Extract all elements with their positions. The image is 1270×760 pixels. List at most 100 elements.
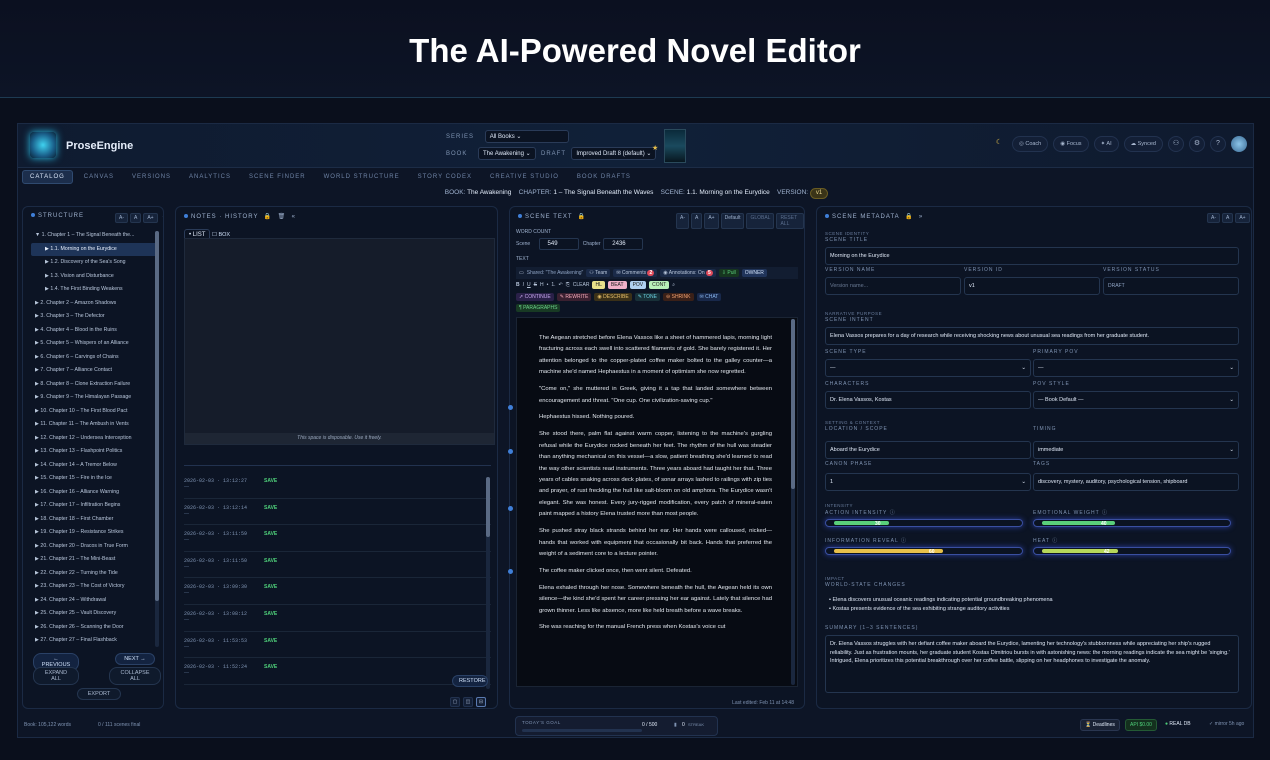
characters-field[interactable]: Dr. Elena Vassos, Kostas [825, 391, 1031, 409]
comments-button[interactable]: ✉ Comments 2 [613, 269, 658, 277]
lock-icon[interactable]: 🔒 [264, 214, 272, 220]
layout-stack-icon[interactable]: ⊟ [476, 697, 486, 707]
tab-versions[interactable]: VERSIONS [125, 171, 178, 183]
annotation-marker[interactable] [508, 405, 513, 410]
chapter-item[interactable]: ▶ 26. Chapter 26 – Scanning the Door [31, 621, 159, 635]
location-field[interactable]: Aboard the Eurydice [825, 441, 1031, 459]
pull-button[interactable]: ⇩ Pull [718, 269, 739, 277]
prose-paragraph[interactable]: Elena exhaled through her nose. Somewher… [539, 583, 772, 617]
reset-all-button[interactable]: RESET ALL [776, 213, 804, 229]
describe-button[interactable]: ◉ DESCRIBE [594, 293, 632, 301]
scene-type-select[interactable]: — ⌄ [825, 359, 1031, 377]
history-scrollbar[interactable] [486, 477, 490, 689]
prose-paragraph[interactable]: She was reaching for the manual French p… [539, 622, 772, 633]
history-row[interactable]: 2026-02-03 · 11:53:53 SAVE — [184, 632, 491, 659]
version-badge[interactable]: v1 [809, 188, 829, 199]
annotation-marker[interactable] [508, 569, 513, 574]
intent-field[interactable]: Elena Vassos prepares for a day of resea… [825, 327, 1239, 345]
book-cover[interactable] [664, 129, 686, 163]
book-select[interactable]: The Awakening ⌄ [478, 147, 536, 160]
clear-button[interactable]: CLEAR [573, 282, 590, 288]
history-row[interactable]: 2026-02-03 · 13:11:50 SAVE — [184, 552, 491, 579]
prose-paragraph[interactable]: Hephaestus hissed. Nothing poured. [539, 412, 772, 423]
moon-icon[interactable]: ☾ [991, 136, 1007, 152]
prose-paragraph[interactable]: The coffee maker clicked once, then went… [539, 566, 772, 577]
version-status-field[interactable]: DRAFT [1103, 277, 1239, 295]
chapter-item[interactable]: ▶ 6. Chapter 6 – Carvings of Chains [31, 351, 159, 365]
chapter-item[interactable]: ▶ 11. Chapter 11 – The Ambush in Vents [31, 418, 159, 432]
chapter-item[interactable]: ▶ 3. Chapter 3 – The Defector [31, 310, 159, 324]
strike-button[interactable]: S [534, 282, 537, 288]
expand-all-button[interactable]: EXPAND ALL [33, 667, 79, 685]
canon-select[interactable]: 1 ⌄ [825, 473, 1031, 491]
chapter-item[interactable]: ▶ 12. Chapter 12 – Undersea Interception [31, 432, 159, 446]
layout-single-icon[interactable]: ▢ [450, 697, 460, 707]
layout-split-icon[interactable]: ◫ [463, 697, 473, 707]
info-slider[interactable]: 60 [825, 547, 1023, 555]
undo-icon[interactable]: ↶ [559, 282, 563, 288]
history-row[interactable]: 2026-02-03 · 13:09:30 SAVE — [184, 578, 491, 605]
italic-button[interactable]: I [523, 282, 524, 288]
search-icon[interactable]: ⌕ [672, 282, 675, 288]
chapter-item[interactable]: ▶ 18. Chapter 18 – First Chamber [31, 513, 159, 527]
pov-button[interactable]: POV [629, 281, 647, 289]
next-button[interactable]: NEXT → [115, 653, 155, 665]
chapter-item[interactable]: ▶ 7. Chapter 7 – Alliance Contact [31, 364, 159, 378]
expand-panel-icon[interactable]: » [919, 214, 923, 220]
tab-analytics[interactable]: ANALYTICS [182, 171, 238, 183]
history-row[interactable]: 2026-02-03 · 13:08:12 SAVE — [184, 605, 491, 632]
scene-prose[interactable]: The Aegean stretched before Elena Vassos… [539, 333, 772, 639]
pov-style-select[interactable]: — Book Default — ⌄ [1033, 391, 1239, 409]
chapter-item[interactable]: ▶ 16. Chapter 16 – Alliance Warning [31, 486, 159, 500]
lock-icon[interactable]: 🔒 [578, 214, 586, 220]
chapter-item[interactable]: ▶ 23. Chapter 23 – The Cost of Victory [31, 580, 159, 594]
lock-icon[interactable]: 🔒 [905, 214, 913, 220]
scene-item[interactable]: ▶ 1.4. The First Binding Weakens [31, 283, 159, 297]
editor-scrollbar[interactable] [791, 319, 795, 685]
crumb-scene[interactable]: 1.1. Morning on the Eurydice [687, 189, 770, 196]
trash-icon[interactable]: 🗑 [278, 214, 287, 220]
summary-field[interactable]: Dr. Elena Vassos struggles with her defi… [825, 635, 1239, 693]
font-default-select[interactable]: Default [720, 213, 745, 229]
structure-scrollbar[interactable] [155, 231, 159, 647]
prose-paragraph[interactable]: She stood there, palm flat against warm … [539, 429, 772, 520]
history-row[interactable]: 2026-02-03 · 13:11:59 SAVE — [184, 525, 491, 552]
prose-paragraph[interactable]: She pushed stray black strands behind he… [539, 526, 772, 560]
tab-book-drafts[interactable]: BOOK DRAFTS [570, 171, 638, 183]
collapse-all-button[interactable]: COLLAPSE ALL [109, 667, 161, 685]
chapter-item[interactable]: ▶ 19. Chapter 19 – Resistance Strikes [31, 526, 159, 540]
chapter-item[interactable]: ▶ 10. Chapter 10 – The First Blood Pact [31, 405, 159, 419]
deadlines-button[interactable]: ⏳ Deadlines [1080, 719, 1120, 731]
version-id-field[interactable]: v1 [964, 277, 1100, 295]
version-name-field[interactable]: Version name... [825, 277, 961, 295]
heat-slider[interactable]: 42 [1033, 547, 1231, 555]
star-icon[interactable]: ★ [652, 144, 658, 152]
chapter-item[interactable]: ▶ 14. Chapter 14 – A Tremor Below [31, 459, 159, 473]
action-slider[interactable]: 30 [825, 519, 1023, 527]
scene-item[interactable]: ▶ 1.1. Morning on the Eurydice [31, 242, 159, 256]
annotation-marker[interactable] [508, 449, 513, 454]
crumb-chapter[interactable]: 1 – The Signal Beneath the Waves [553, 189, 653, 196]
paragraphs-button[interactable]: ¶ PARAGRAPHS [516, 304, 561, 312]
chapter-item[interactable]: ▶ 9. Chapter 9 – The Himalayan Passage [31, 391, 159, 405]
series-select[interactable]: All Books ⌄ [484, 130, 569, 143]
export-button[interactable]: EXPORT [77, 688, 121, 700]
gear-icon[interactable]: ⚙ [1189, 136, 1205, 152]
zoom-reset-button[interactable]: A [691, 213, 703, 229]
restore-button[interactable]: RESTORE [452, 675, 488, 687]
chapter-item[interactable]: ▶ 15. Chapter 15 – Fire in the Ice [31, 472, 159, 486]
zoom-reset-button[interactable]: A [1222, 213, 1234, 223]
scene-title-field[interactable]: Morning on the Eurydice [825, 247, 1239, 265]
zoom-in-button[interactable]: A+ [143, 213, 158, 223]
chapter-item[interactable]: ▶ 21. Chapter 21 – The Mini-Beast [31, 553, 159, 567]
tab-catalog[interactable]: CATALOG [22, 169, 73, 184]
chapter-item[interactable]: ▶ 4. Chapter 4 – Blood in the Ruins [31, 324, 159, 338]
tags-field[interactable]: discovery, mystery, auditory, psychologi… [1033, 473, 1239, 491]
collapse-notes-icon[interactable]: « [292, 214, 296, 220]
scene-item[interactable]: ▶ 1.3. Vision and Disturbance [31, 270, 159, 284]
zoom-out-button[interactable]: A- [676, 213, 689, 229]
continue-button[interactable]: ➚ CONTINUE [516, 293, 554, 301]
ai-button[interactable]: ✦ AI [1093, 136, 1119, 152]
zoom-out-button[interactable]: A- [115, 213, 128, 223]
chapter-item[interactable]: ▶ 27. Chapter 27 – Final Flashback [31, 634, 159, 648]
